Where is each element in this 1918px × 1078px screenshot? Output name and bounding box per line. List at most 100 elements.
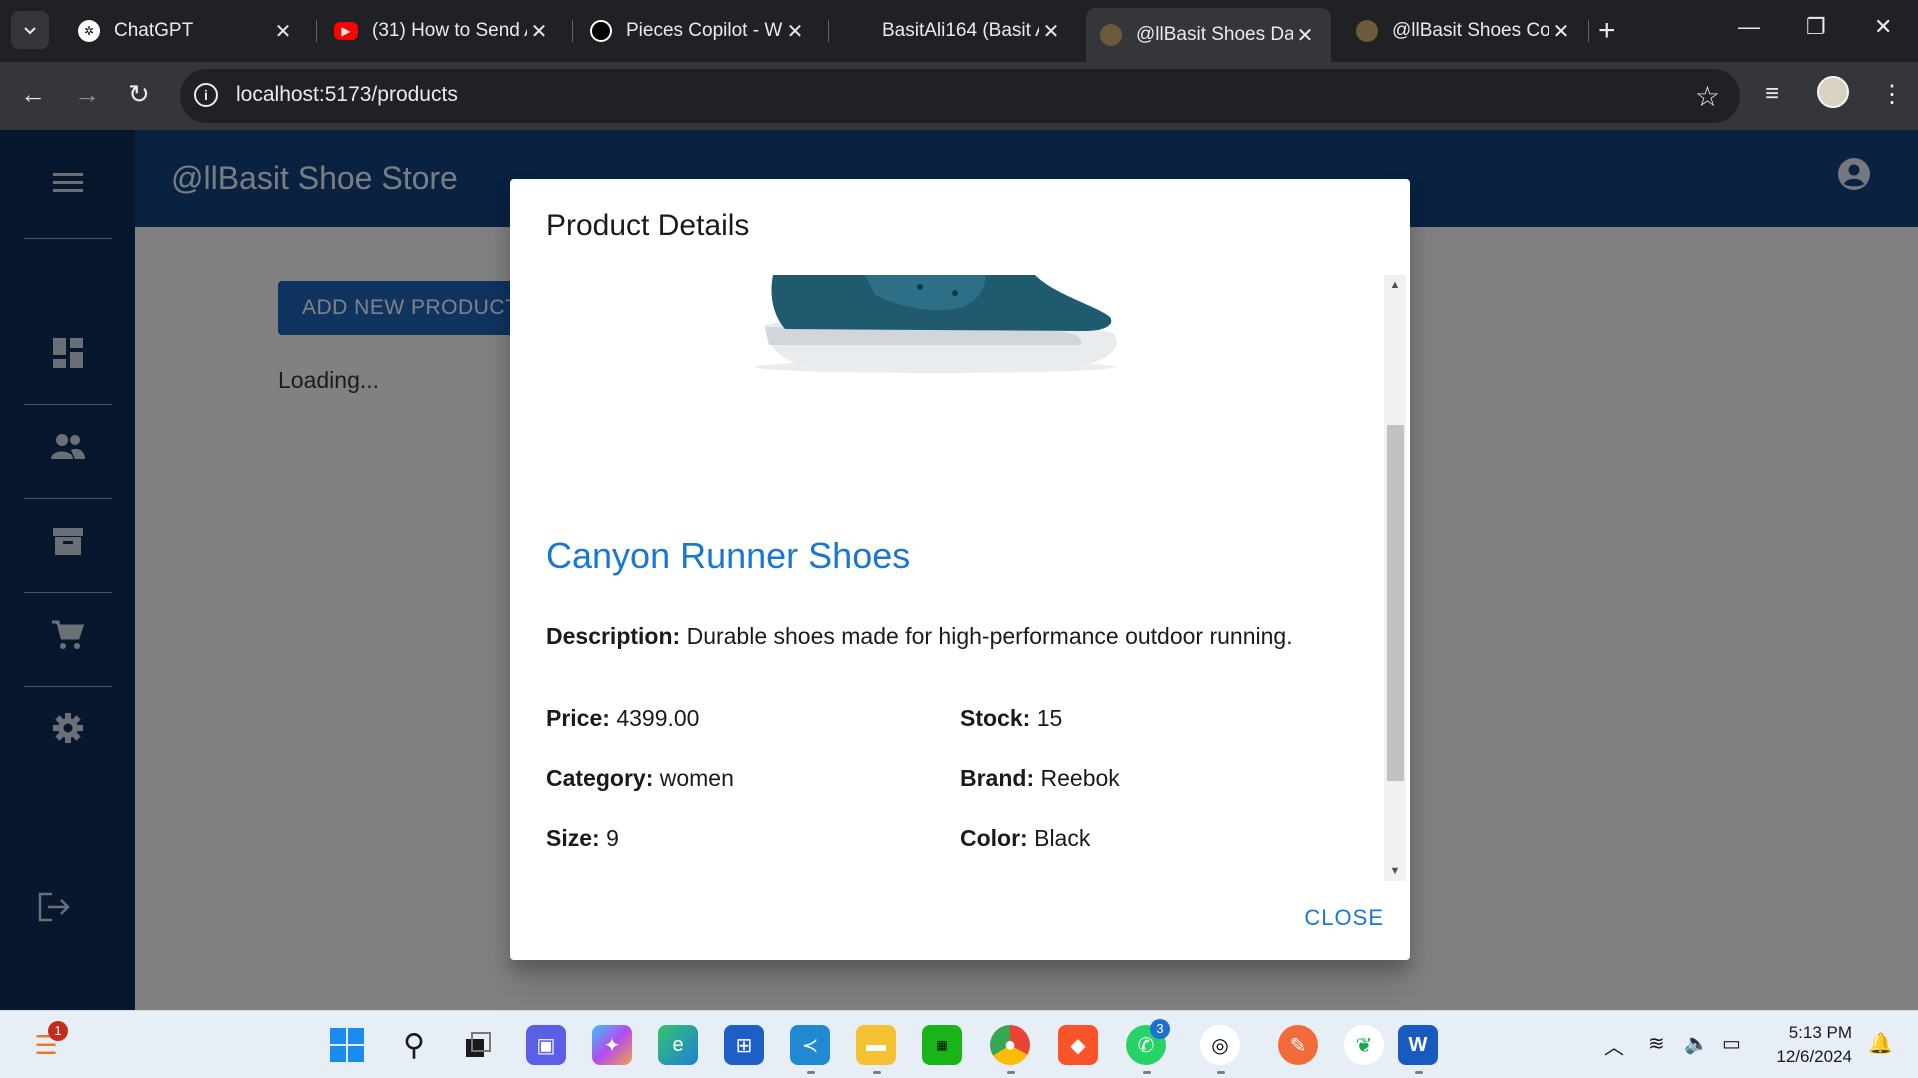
- more-menu-icon[interactable]: ⋮: [1880, 80, 1904, 109]
- close-tab-icon[interactable]: ✕: [783, 19, 807, 44]
- chrome-icon[interactable]: ●: [990, 1025, 1030, 1065]
- notification-badge: 1: [48, 1021, 68, 1041]
- close-button[interactable]: CLOSE: [1304, 905, 1384, 931]
- url-text[interactable]: localhost:5173/products: [236, 83, 458, 107]
- running-indicator: [1143, 1071, 1151, 1074]
- scrollbar-thumb[interactable]: [1387, 425, 1404, 781]
- price-field: Price: 4399.00: [546, 705, 699, 732]
- pieces-icon: [590, 20, 612, 42]
- battery-icon[interactable]: ▭: [1722, 1031, 1741, 1056]
- restore-icon[interactable]: ❐: [1806, 14, 1826, 40]
- brave-icon[interactable]: ◆: [1058, 1025, 1098, 1065]
- window-close-icon[interactable]: ✕: [1874, 14, 1892, 40]
- tab-title: ChatGPT: [114, 20, 194, 41]
- browser-toolbar: ← → ↻ i localhost:5173/products ☆ ≡ ⋮: [0, 62, 1918, 130]
- address-bar[interactable]: i localhost:5173/products ☆: [180, 69, 1740, 123]
- teams-icon[interactable]: ▣: [526, 1025, 566, 1065]
- category-label: Category:: [546, 765, 654, 791]
- profile-avatar[interactable]: [1817, 76, 1849, 108]
- vscode-icon[interactable]: ≺: [790, 1025, 830, 1065]
- youtube-icon: ▶: [334, 22, 358, 40]
- new-tab-icon[interactable]: +: [1598, 14, 1616, 48]
- tab-github[interactable]: BasitAli164 (Basit A ✕: [832, 8, 1077, 54]
- product-description: Description: Durable shoes made for high…: [546, 623, 1293, 650]
- description-value: Durable shoes made for high-performance …: [686, 623, 1293, 649]
- stock-label: Stock:: [960, 705, 1031, 731]
- notification-bell-icon[interactable]: 🔔: [1868, 1031, 1893, 1056]
- copilot-icon[interactable]: ✦: [592, 1025, 632, 1065]
- product-name: Canyon Runner Shoes: [546, 535, 911, 576]
- tab-chatgpt[interactable]: ✲ ChatGPT ✕: [64, 8, 309, 54]
- tab-title: BasitAli164 (Basit A: [882, 20, 1039, 41]
- running-indicator: [873, 1071, 881, 1074]
- tab-shoes-dashboard[interactable]: @llBasit Shoes Das ✕: [1086, 8, 1331, 62]
- size-label: Size:: [546, 825, 600, 851]
- edge-icon[interactable]: e: [658, 1025, 698, 1065]
- system-clock[interactable]: 5:13 PM 12/6/2024: [1768, 1021, 1852, 1069]
- forward-icon[interactable]: →: [74, 79, 100, 110]
- search-icon[interactable]: ⚲: [394, 1025, 434, 1065]
- clock-time: 5:13 PM: [1788, 1023, 1852, 1042]
- store-icon[interactable]: ⊞: [724, 1025, 764, 1065]
- brand-value: Reebok: [1040, 765, 1120, 791]
- tab-strip: ✲ ChatGPT ✕ ▶ (31) How to Send A ✕ Piece…: [0, 0, 1918, 62]
- start-icon[interactable]: [327, 1025, 367, 1065]
- tab-title: Pieces Copilot - W: [626, 20, 783, 41]
- price-value: 4399.00: [616, 705, 700, 731]
- category-field: Category: women: [546, 765, 734, 792]
- windows-taskbar: ☰ 1 ⚲ ▣ ✦ e ⊞ ≺ ▬ ▦ ● ◆ ✆ 3 ◎ ✎ ❦ W ︿ ≋ …: [0, 1010, 1918, 1078]
- reload-icon[interactable]: ↻: [128, 79, 150, 110]
- close-tab-icon[interactable]: ✕: [1293, 23, 1317, 48]
- tab-youtube[interactable]: ▶ (31) How to Send A ✕: [320, 8, 565, 54]
- file-explorer-icon[interactable]: ▬: [856, 1025, 896, 1065]
- size-value: 9: [606, 825, 619, 851]
- scroll-up-arrow-icon[interactable]: ▲: [1384, 275, 1406, 295]
- category-value: women: [659, 765, 734, 791]
- task-view-icon[interactable]: [458, 1025, 498, 1065]
- clock-date: 12/6/2024: [1776, 1047, 1852, 1066]
- size-field: Size: 9: [546, 825, 619, 852]
- color-label: Color:: [960, 825, 1028, 851]
- mongodb-icon[interactable]: ❦: [1344, 1025, 1384, 1065]
- brand-label: Brand:: [960, 765, 1035, 791]
- site-info-icon[interactable]: i: [194, 83, 218, 107]
- chevron-up-icon[interactable]: ︿: [1604, 1031, 1624, 1060]
- media-control-icon[interactable]: ≡: [1765, 80, 1779, 108]
- close-tab-icon[interactable]: ✕: [1039, 19, 1063, 44]
- word-icon[interactable]: W: [1398, 1025, 1438, 1065]
- description-label: Description:: [546, 623, 681, 649]
- tab-title: @llBasit Shoes Das: [1136, 24, 1293, 45]
- shoe-store-icon: [1356, 20, 1378, 42]
- running-indicator: [1007, 1071, 1015, 1074]
- tab-shoes-collection[interactable]: @llBasit Shoes Col ✕: [1342, 8, 1587, 54]
- stock-value: 15: [1036, 705, 1063, 731]
- cpu-monitor-icon[interactable]: ▦: [922, 1025, 962, 1065]
- price-label: Price:: [546, 705, 610, 731]
- chatgpt-icon: ✲: [78, 20, 100, 42]
- scroll-down-arrow-icon[interactable]: ▼: [1384, 861, 1406, 881]
- tab-title: (31) How to Send A: [372, 20, 527, 41]
- tab-pieces[interactable]: Pieces Copilot - W ✕: [576, 8, 821, 54]
- running-indicator: [1415, 1071, 1423, 1074]
- bookmark-star-icon[interactable]: ☆: [1695, 80, 1720, 113]
- github-icon: [846, 20, 868, 42]
- dialog-content: Canyon Runner Shoes Description: Durable…: [510, 275, 1390, 881]
- minimize-icon[interactable]: —: [1738, 14, 1760, 40]
- tab-search-button[interactable]: [11, 11, 49, 49]
- running-indicator: [807, 1071, 815, 1074]
- volume-icon[interactable]: 🔈: [1684, 1031, 1709, 1056]
- close-tab-icon[interactable]: ✕: [527, 19, 551, 44]
- shoe-store-icon: [1100, 24, 1122, 46]
- dialog-title: Product Details: [546, 209, 750, 242]
- wifi-icon[interactable]: ≋: [1648, 1031, 1665, 1056]
- close-tab-icon[interactable]: ✕: [1549, 19, 1573, 44]
- close-tab-icon[interactable]: ✕: [271, 19, 295, 44]
- postman-icon[interactable]: ✎: [1278, 1025, 1318, 1065]
- product-details-dialog: Product Details Canyon Runner Shoes Desc…: [510, 179, 1410, 960]
- tab-title: @llBasit Shoes Col: [1392, 20, 1549, 41]
- brand-field: Brand: Reebok: [960, 765, 1120, 792]
- back-icon[interactable]: ←: [20, 79, 46, 110]
- pieces-app-icon[interactable]: ◎: [1200, 1025, 1240, 1065]
- dialog-scrollbar[interactable]: ▲ ▼: [1384, 275, 1406, 881]
- notification-badge: 3: [1150, 1019, 1170, 1039]
